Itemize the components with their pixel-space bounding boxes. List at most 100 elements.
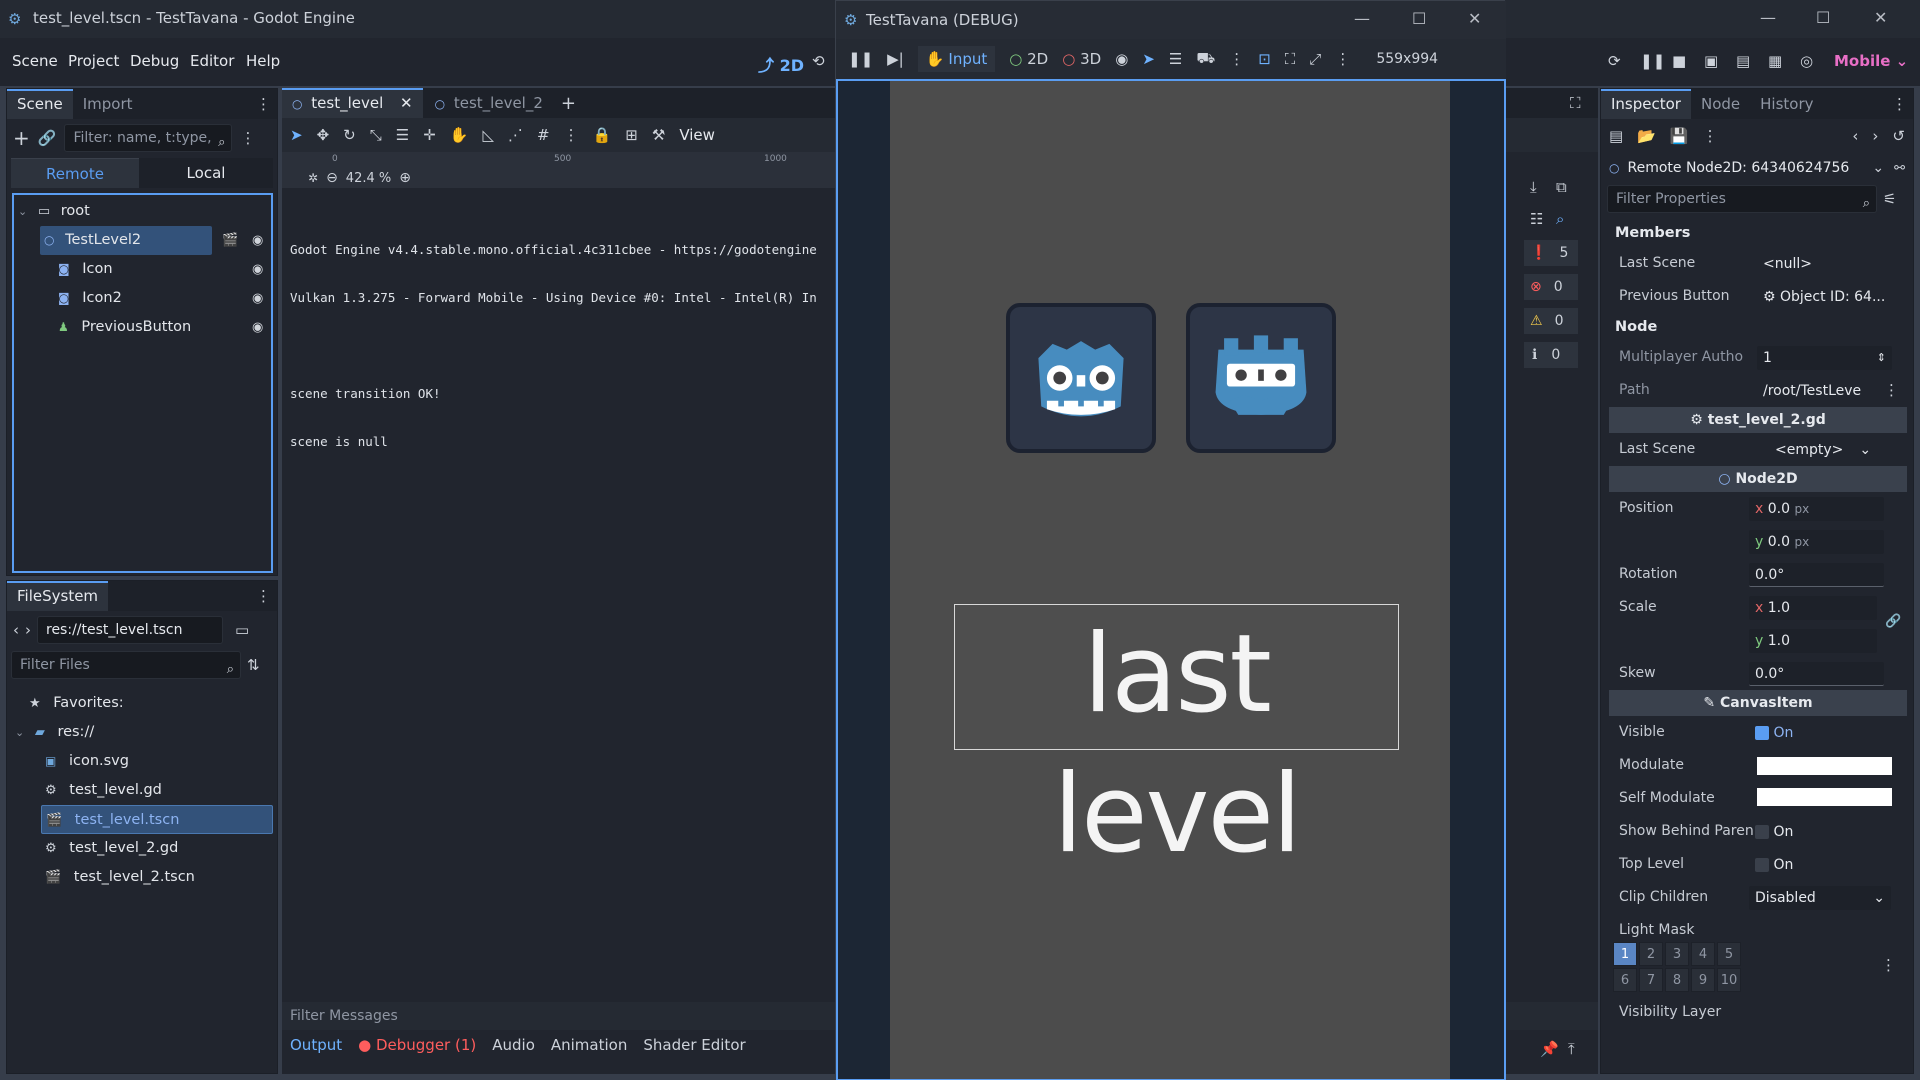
pin-icon[interactable]: 📌 — [1540, 1040, 1559, 1058]
add-node-icon[interactable]: + — [13, 126, 30, 150]
tree-item-previousbutton[interactable]: ♟ PreviousButton — [58, 313, 191, 342]
scale-y-field[interactable]: y 1.0 — [1749, 629, 1877, 653]
fullscreen-icon[interactable]: ⤢ — [1309, 50, 1321, 68]
tab-animation[interactable]: Animation — [551, 1036, 627, 1054]
canvasitem-section[interactable]: ✎ CanvasItem — [1609, 690, 1907, 716]
pause-icon[interactable]: ❚❚ — [848, 50, 873, 68]
add-tab-icon[interactable]: + — [561, 93, 576, 114]
tab-scene[interactable]: Scene — [7, 89, 73, 119]
save-resource-icon[interactable]: 💾 — [1670, 127, 1689, 145]
pan-tool-icon[interactable]: ✋ — [450, 126, 469, 144]
object-link-icon[interactable]: ⚯ — [1894, 161, 1905, 176]
history-forward-icon[interactable]: › — [1872, 127, 1878, 145]
split-view-icon[interactable]: ▭ — [235, 621, 249, 639]
stop-icon[interactable]: ■ — [1672, 52, 1686, 70]
camera-override-icon[interactable]: ⛟ — [1196, 49, 1215, 69]
forward-icon[interactable]: › — [25, 621, 31, 639]
tree-item-testlevel2[interactable]: ○ TestLevel2 — [40, 226, 212, 255]
file-icon-svg[interactable]: ▣ icon.svg — [45, 747, 129, 776]
workspace-2d-button[interactable]: ⤴ 2D — [758, 52, 804, 76]
lock-icon[interactable]: 🔒 — [593, 126, 612, 144]
clip-children-select[interactable]: Disabled ⌄ — [1749, 886, 1891, 910]
position-y-field[interactable]: y 0.0 px — [1749, 530, 1884, 554]
remote-button[interactable]: Remote — [11, 158, 139, 188]
visibility-eye-icon[interactable]: ◉ — [252, 291, 263, 306]
menu-editor[interactable]: Editor — [190, 52, 234, 70]
tab-debugger[interactable]: ● Debugger (1) — [358, 1036, 476, 1054]
path-field[interactable]: res://test_level.tscn — [37, 616, 223, 644]
path-menu-icon[interactable]: ⋮ — [1884, 381, 1899, 399]
scale-tool-icon[interactable]: ⤡ — [370, 126, 382, 144]
pause-icon[interactable]: ❚❚ — [1640, 52, 1665, 70]
bone-icon[interactable]: ⚒ — [652, 126, 665, 144]
light-mask-cell[interactable]: 7 — [1639, 968, 1663, 992]
open-resource-icon[interactable]: 📂 — [1637, 127, 1656, 145]
light-mask-cell[interactable]: 5 — [1717, 942, 1741, 966]
tab-output[interactable]: Output — [290, 1036, 342, 1054]
prop-value[interactable]: 1 ⇕ — [1757, 346, 1892, 370]
link-icon[interactable]: 🔗 — [38, 129, 57, 147]
keep-aspect-icon[interactable]: ⊡ — [1258, 50, 1271, 68]
extra-menu-icon[interactable]: ⋮ — [1703, 127, 1718, 145]
maximize-icon[interactable]: ☐ — [1816, 8, 1830, 27]
move-tool-icon[interactable]: ✥ — [317, 126, 330, 144]
game-canvas[interactable]: last level — [890, 81, 1450, 1079]
menu-help[interactable]: Help — [246, 52, 280, 70]
warning-count-toggle[interactable]: ⚠ 0 — [1524, 308, 1578, 334]
file-test-level-2-gd[interactable]: ⚙ test_level_2.gd — [45, 834, 178, 863]
expand-panel-icon[interactable]: ⤒ — [1568, 1040, 1575, 1058]
menu-scene[interactable]: Scene — [12, 52, 58, 70]
group-icon[interactable]: ⊞ — [625, 126, 638, 144]
new-resource-icon[interactable]: ▤ — [1609, 127, 1623, 145]
select-mode-icon[interactable]: ➤ — [1142, 50, 1155, 68]
prop-value[interactable]: <empty> ⌄ — [1769, 438, 1904, 462]
tab-test-level-2[interactable]: ○ test_level_2 — [423, 88, 555, 118]
node2d-section[interactable]: ○ Node2D — [1609, 466, 1907, 492]
property-settings-icon[interactable]: ⚟ — [1883, 190, 1896, 208]
distraction-free-icon[interactable]: ⛶ — [1570, 94, 1581, 112]
run-custom-scene-icon[interactable]: ▦ — [1768, 52, 1782, 70]
tab-audio[interactable]: Audio — [492, 1036, 535, 1054]
zoom-in-icon[interactable]: ⊕ — [399, 170, 411, 186]
grid-snap-icon[interactable]: # — [537, 126, 550, 144]
mode-3d-button[interactable]: ○ 3D — [1062, 50, 1101, 68]
script-section[interactable]: ⚙ test_level_2.gd — [1609, 407, 1907, 433]
light-mask-cell[interactable]: 9 — [1691, 968, 1715, 992]
prop-value[interactable]: ⚙ Object ID: 64... — [1757, 285, 1897, 309]
skew-slider[interactable]: 0.0° — [1749, 662, 1884, 686]
scene-filter-input[interactable]: Filter: name, t:type, ⌕ — [64, 124, 233, 152]
rotation-slider[interactable]: 0.0° — [1749, 563, 1884, 587]
visibility-eye-icon[interactable]: ◉ — [252, 233, 263, 248]
more-icon[interactable]: ⋮ — [1335, 50, 1350, 68]
file-test-level-tscn[interactable]: 🎬 test_level.tscn — [41, 805, 273, 834]
light-mask-cell[interactable]: 3 — [1665, 942, 1689, 966]
ruler-tool-icon[interactable]: ◺ — [482, 126, 494, 144]
close-icon[interactable]: ✕ — [1468, 9, 1481, 28]
collapse-icon[interactable]: ☷ — [1530, 210, 1543, 228]
menu-project[interactable]: Project — [68, 52, 119, 70]
clear-log-icon[interactable]: ⤓ — [1530, 178, 1537, 196]
eye-icon[interactable]: ◉ — [1115, 50, 1128, 68]
mode-2d-button[interactable]: ○ 2D — [1009, 50, 1048, 68]
tab-test-level[interactable]: ○ test_level ✕ — [282, 88, 423, 118]
tree-item-icon2[interactable]: ◙ Icon2 — [58, 284, 122, 313]
info-count-toggle[interactable]: ℹ0 — [1524, 342, 1578, 368]
dock-menu-icon[interactable]: ⋮ — [1892, 95, 1907, 113]
back-icon[interactable]: ‹ — [13, 621, 19, 639]
view-menu[interactable]: View — [679, 126, 715, 144]
stretch-icon[interactable]: ⛶ — [1285, 50, 1296, 68]
light-mask-cell[interactable]: 4 — [1691, 942, 1715, 966]
history-back-icon[interactable]: ‹ — [1852, 127, 1858, 145]
tab-filesystem[interactable]: FileSystem — [7, 581, 109, 611]
list-select-icon[interactable]: ☰ — [396, 126, 409, 144]
script-badge-icon[interactable]: 🎬 — [222, 233, 238, 248]
smart-snap-icon[interactable]: ⋰ — [508, 126, 523, 144]
message-count-toggle[interactable]: ❗ 5 — [1524, 240, 1578, 266]
show-behind-checkbox[interactable]: On — [1749, 820, 1884, 844]
prop-value[interactable]: <null> — [1757, 252, 1892, 276]
close-tab-icon[interactable]: ✕ — [400, 94, 413, 112]
more-icon[interactable]: ⋮ — [564, 126, 579, 144]
tab-shader-editor[interactable]: Shader Editor — [643, 1036, 745, 1054]
layer-menu-icon[interactable]: ⋮ — [1881, 956, 1896, 974]
renderer-select[interactable]: Mobile ⌄ — [1834, 52, 1908, 70]
